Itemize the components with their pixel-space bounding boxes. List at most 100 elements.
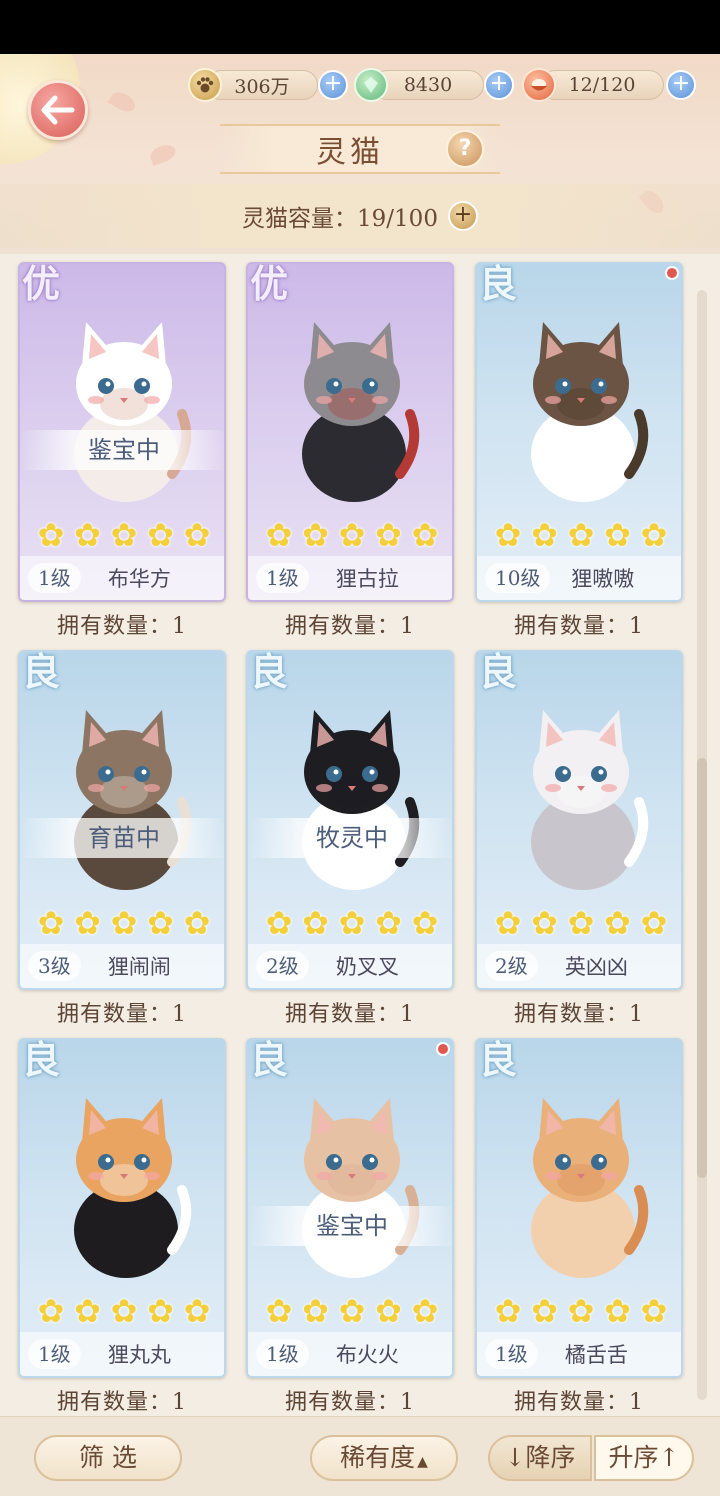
owned-count: 拥有数量：1: [285, 614, 415, 639]
scroll-thumb[interactable]: [697, 758, 707, 1178]
cat-card[interactable]: 良 ✿ ✿ ✿ ✿ ✿ 1级 橘舌舌: [475, 1038, 683, 1378]
cat-level: 10级: [485, 563, 551, 593]
cat-name: 狸古拉: [335, 567, 399, 591]
star-icon: ✿: [494, 516, 522, 554]
new-indicator-dot: [436, 1042, 450, 1056]
cat-status-label: 育苗中: [20, 818, 224, 858]
cat-info-bar: 1级 狸古拉: [248, 556, 452, 600]
cat-card[interactable]: 良 ✿ ✿ ✿ ✿ ✿ 10级 狸嗷嗷: [475, 262, 683, 602]
currency-value: 306万: [206, 70, 318, 100]
arrow-down-icon: ↓: [504, 1443, 526, 1472]
paw-coin-icon: [188, 68, 222, 102]
star-icon: ✿: [567, 904, 595, 942]
cat-level: 1级: [256, 1339, 309, 1369]
currency-paw-coin: 306万 +: [188, 68, 352, 102]
star-icon: ✿: [604, 516, 631, 554]
capacity-bar: 灵猫容量：19/100 +: [0, 184, 720, 248]
star-icon: ✿: [147, 1292, 174, 1330]
cat-portrait: [74, 322, 192, 502]
cat-card[interactable]: 良 ✿ ✿ ✿ ✿ ✿ 1级 狸丸丸: [18, 1038, 226, 1378]
rarity-grade: 良: [22, 650, 61, 694]
page-title: 灵猫: [316, 135, 384, 170]
scrollbar[interactable]: [697, 290, 707, 1400]
rarity-grade: 良: [479, 1038, 518, 1082]
star-icon: ✿: [302, 904, 329, 942]
arrow-up-icon: ↑: [658, 1443, 680, 1472]
star-icon: ✿: [338, 516, 366, 554]
petal-decoration: [148, 142, 178, 166]
star-icon: ✿: [265, 904, 293, 942]
star-icon: ✿: [338, 1292, 366, 1330]
star-icon: ✿: [375, 904, 402, 942]
star-rating: ✿ ✿ ✿ ✿ ✿: [262, 518, 442, 552]
star-icon: ✿: [110, 1292, 138, 1330]
capacity-label: 灵猫容量：19/100: [242, 206, 438, 232]
cat-info-bar: 2级 英凶凶: [477, 944, 681, 988]
currency-value: 8430: [372, 70, 484, 100]
rarity-grade: 良: [22, 1038, 61, 1082]
star-rating: ✿ ✿ ✿ ✿ ✿: [34, 906, 214, 940]
cat-card[interactable]: 良鉴宝中 ✿ ✿ ✿ ✿ ✿ 1级 布火火: [246, 1038, 454, 1378]
add-paw-coin-button[interactable]: +: [318, 70, 348, 100]
descending-button[interactable]: ↓降序: [488, 1435, 592, 1481]
star-rating: ✿ ✿ ✿ ✿ ✿: [34, 1294, 214, 1328]
cat-card[interactable]: 优鉴宝中 ✿ ✿ ✿ ✿ ✿ 1级 布华方: [18, 262, 226, 602]
cat-card[interactable]: 良 ✿ ✿ ✿ ✿ ✿ 2级 英凶凶: [475, 650, 683, 990]
cat-name: 布华方: [107, 567, 171, 591]
help-button[interactable]: ?: [446, 130, 484, 168]
add-green-gem-button[interactable]: +: [484, 70, 514, 100]
cat-info-bar: 1级 狸丸丸: [20, 1332, 224, 1376]
cat-level: 1级: [28, 563, 81, 593]
cat-level: 1级: [485, 1339, 538, 1369]
cat-info-bar: 1级 布华方: [20, 556, 224, 600]
rarity-sort-button[interactable]: 稀有度 ▲: [310, 1435, 458, 1481]
star-icon: ✿: [37, 1292, 65, 1330]
cat-portrait: [531, 322, 649, 502]
star-rating: ✿ ✿ ✿ ✿ ✿: [34, 518, 214, 552]
star-icon: ✿: [640, 516, 668, 554]
star-rating: ✿ ✿ ✿ ✿ ✿: [262, 906, 442, 940]
cat-name: 狸丸丸: [107, 1343, 171, 1367]
cat-card[interactable]: 良育苗中 ✿ ✿ ✿ ✿ ✿ 3级 狸闹闹: [18, 650, 226, 990]
star-icon: ✿: [494, 904, 522, 942]
cat-card[interactable]: 优 ✿ ✿ ✿ ✿ ✿ 1级 狸古拉: [246, 262, 454, 602]
cat-status-label: 鉴宝中: [20, 430, 224, 470]
ascending-button[interactable]: 升序↑: [594, 1435, 694, 1481]
cat-portrait: [531, 710, 649, 890]
owned-count: 拥有数量：1: [285, 1002, 415, 1027]
star-icon: ✿: [37, 516, 65, 554]
currency-value: 12/120: [540, 70, 664, 100]
star-icon: ✿: [302, 1292, 329, 1330]
cat-info-bar: 2级 奶叉叉: [248, 944, 452, 988]
cat-name: 狸嗷嗷: [571, 567, 635, 591]
star-icon: ✿: [640, 1292, 668, 1330]
star-icon: ✿: [567, 516, 595, 554]
cat-name: 橘舌舌: [564, 1343, 628, 1367]
star-icon: ✿: [531, 516, 558, 554]
back-button[interactable]: [28, 80, 88, 140]
filter-button[interactable]: 筛 选: [34, 1435, 182, 1481]
cat-name: 狸闹闹: [107, 955, 171, 979]
cat-level: 1级: [28, 1339, 81, 1369]
header: 306万 + 8430 + 12/120 + 灵猫 ? 灵猫容量：19/100 …: [0, 54, 720, 254]
status-bar: [0, 0, 720, 54]
rarity-grade: 良: [250, 650, 289, 694]
add-food-button[interactable]: +: [666, 70, 696, 100]
cat-name: 奶叉叉: [335, 955, 399, 979]
star-icon: ✿: [147, 516, 174, 554]
star-icon: ✿: [302, 516, 329, 554]
cat-card[interactable]: 良牧灵中 ✿ ✿ ✿ ✿ ✿ 2级 奶叉叉: [246, 650, 454, 990]
owned-count: 拥有数量：1: [57, 1390, 187, 1415]
cat-portrait: [531, 1098, 649, 1278]
owned-count: 拥有数量：1: [514, 1002, 644, 1027]
add-capacity-button[interactable]: +: [447, 201, 478, 231]
triangle-up-icon: ▲: [417, 1454, 428, 1470]
rarity-grade: 良: [479, 650, 518, 694]
star-icon: ✿: [604, 904, 631, 942]
star-icon: ✿: [375, 516, 402, 554]
new-indicator-dot: [665, 266, 679, 280]
cat-name: 布火火: [335, 1343, 399, 1367]
cat-grid: 优鉴宝中 ✿ ✿ ✿ ✿ ✿ 1级 布华方 拥有数量：1 优 ✿ ✿ ✿ ✿ ✿ 1级 狸古拉 拥有数量：1 良 ✿ ✿…: [0, 254, 720, 1416]
star-icon: ✿: [183, 516, 211, 554]
star-icon: ✿: [604, 1292, 631, 1330]
